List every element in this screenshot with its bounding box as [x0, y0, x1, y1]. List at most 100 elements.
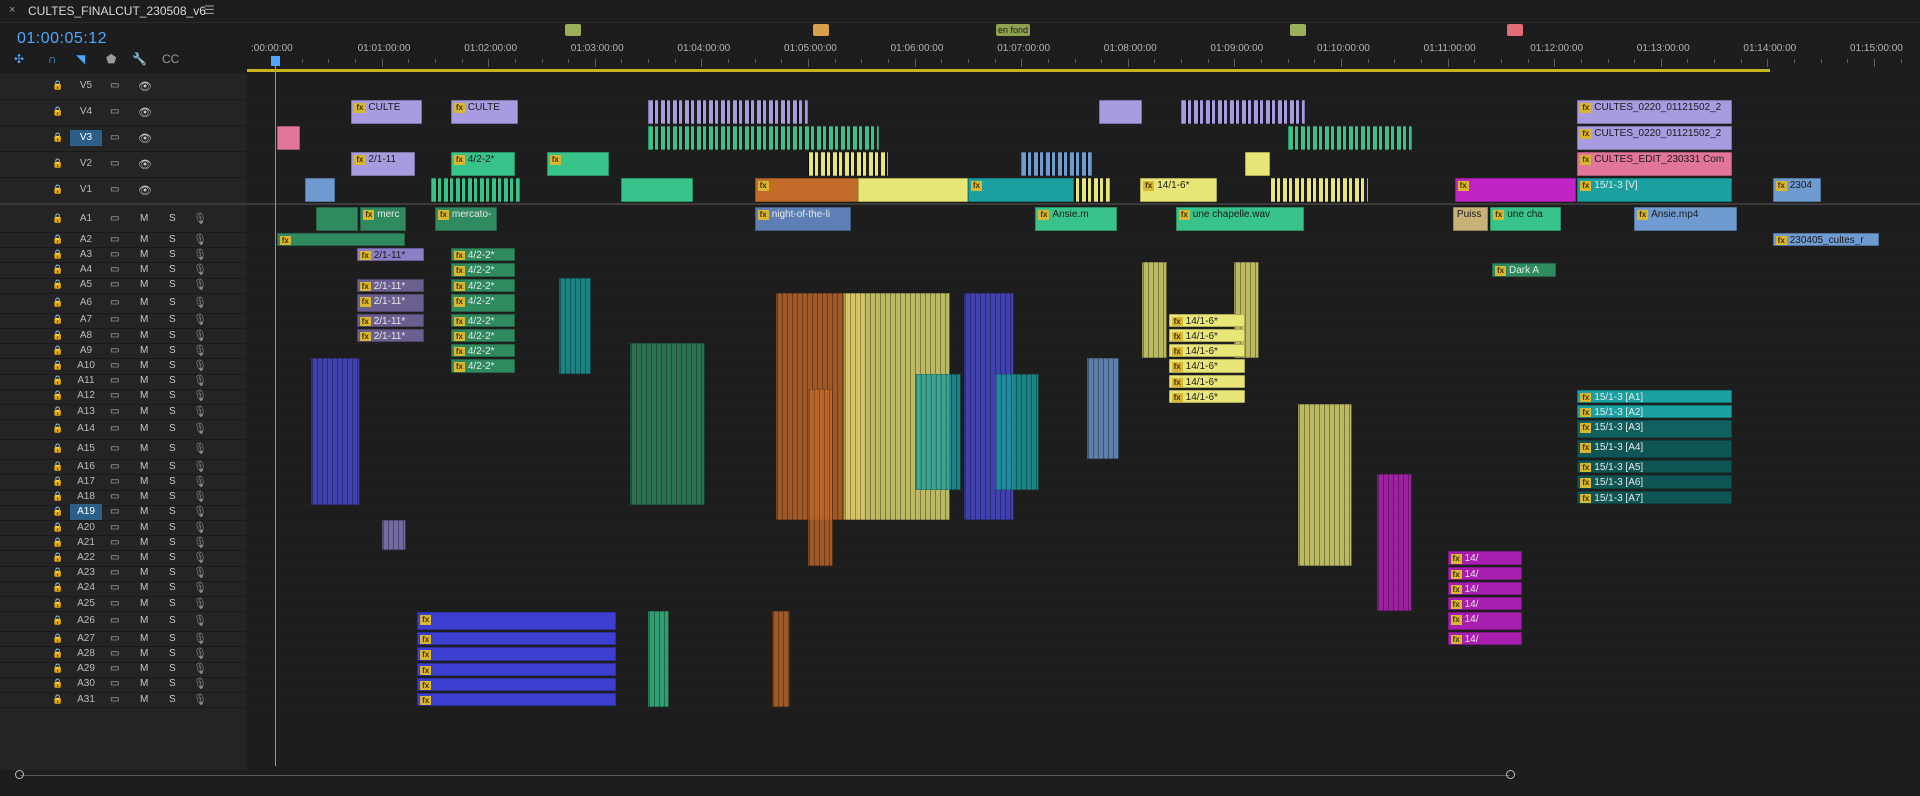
toggle-sync-lock-icon[interactable]: ▭ — [110, 423, 119, 434]
panel-menu-icon[interactable]: ☰ — [204, 3, 215, 17]
mute-button[interactable]: M — [140, 213, 148, 224]
voiceover-mic-icon[interactable]: 🎙 — [193, 632, 207, 645]
sequence-marker[interactable] — [813, 24, 829, 36]
lock-icon[interactable]: 🔒 — [52, 598, 63, 609]
fx-badge-icon[interactable]: fx — [1580, 392, 1592, 402]
voiceover-mic-icon[interactable]: 🎙 — [193, 359, 207, 372]
clip[interactable]: fx — [417, 612, 617, 631]
track-header-a3[interactable]: 🔒 A3 ▭ M S 🎙 — [0, 247, 247, 264]
linked-selection-icon[interactable]: ∩ — [48, 52, 57, 66]
mute-button[interactable]: M — [140, 279, 148, 290]
track-header-a17[interactable]: 🔒 A17 ▭ M S 🎙 — [0, 474, 247, 491]
fx-badge-icon[interactable]: fx — [1493, 210, 1505, 220]
track-header-a11[interactable]: 🔒 A11 ▭ M S 🎙 — [0, 374, 247, 390]
track-name[interactable]: A6 — [70, 295, 102, 311]
clip[interactable]: fx 15/1-3 [A5] — [1577, 460, 1732, 474]
clip[interactable]: fx — [276, 233, 405, 247]
toggle-sync-lock-icon[interactable]: ▭ — [110, 314, 119, 325]
clip[interactable]: fx CULTE — [450, 100, 519, 124]
lock-icon[interactable]: 🔒 — [52, 213, 63, 224]
clip[interactable]: fx 2/1-11* — [356, 329, 425, 343]
fx-badge-icon[interactable]: fx — [453, 281, 465, 291]
track-header-a27[interactable]: 🔒 A27 ▭ M S 🎙 — [0, 631, 247, 648]
mute-button[interactable]: M — [140, 663, 148, 674]
mute-button[interactable]: M — [140, 567, 148, 578]
lock-icon[interactable]: 🔒 — [52, 423, 63, 434]
toggle-sync-lock-icon[interactable]: ▭ — [110, 106, 119, 117]
fx-badge-icon[interactable]: fx — [1580, 408, 1592, 418]
toggle-output-eye-icon[interactable]: 👁 — [138, 184, 152, 197]
track-name[interactable]: A24 — [70, 580, 102, 596]
clip[interactable]: fx 14/1-6* — [1168, 359, 1246, 373]
mute-button[interactable]: M — [140, 345, 148, 356]
voiceover-mic-icon[interactable]: 🎙 — [193, 490, 207, 503]
track-header-a1[interactable]: 🔒 A1 ▭ M S 🎙 — [0, 206, 247, 233]
clip[interactable]: fx Ansie.m — [1035, 207, 1118, 231]
track-name[interactable]: A21 — [70, 535, 102, 551]
fx-badge-icon[interactable]: fx — [1580, 478, 1592, 488]
mute-button[interactable]: M — [140, 264, 148, 275]
voiceover-mic-icon[interactable]: 🎙 — [193, 662, 207, 675]
toggle-sync-lock-icon[interactable]: ▭ — [110, 264, 119, 275]
fx-badge-icon[interactable]: fx — [1580, 181, 1592, 191]
lock-icon[interactable]: 🔒 — [52, 314, 63, 325]
fx-badge-icon[interactable]: fx — [1450, 569, 1462, 579]
solo-button[interactable]: S — [169, 461, 176, 472]
toggle-sync-lock-icon[interactable]: ▭ — [110, 80, 119, 91]
fx-badge-icon[interactable]: fx — [453, 316, 465, 326]
solo-button[interactable]: S — [169, 582, 176, 593]
fx-badge-icon[interactable]: fx — [359, 332, 371, 342]
track-name[interactable]: V2 — [70, 156, 102, 172]
clip[interactable]: fx CULTES_EDIT_230331 Com — [1577, 152, 1732, 176]
lock-icon[interactable]: 🔒 — [52, 476, 63, 487]
fx-badge-icon[interactable]: fx — [420, 696, 432, 706]
voiceover-mic-icon[interactable]: 🎙 — [193, 405, 207, 418]
sequence-marker[interactable] — [565, 24, 581, 36]
toggle-sync-lock-icon[interactable]: ▭ — [110, 598, 119, 609]
timeline-scrollbar[interactable] — [0, 770, 1920, 796]
track-header-a6[interactable]: 🔒 A6 ▭ M S 🎙 — [0, 293, 247, 314]
sequence-marker[interactable] — [1290, 24, 1306, 36]
voiceover-mic-icon[interactable]: 🎙 — [193, 422, 207, 435]
lock-icon[interactable]: 🔒 — [52, 552, 63, 563]
mute-button[interactable]: M — [140, 491, 148, 502]
fx-badge-icon[interactable]: fx — [453, 251, 465, 261]
clip[interactable]: fx 2/1-11 — [351, 152, 416, 176]
fx-badge-icon[interactable]: fx — [359, 316, 371, 326]
lock-icon[interactable]: 🔒 — [52, 694, 63, 705]
lock-icon[interactable]: 🔒 — [52, 234, 63, 245]
track-name[interactable]: V3 — [70, 130, 102, 146]
track-name[interactable]: A7 — [70, 312, 102, 328]
clip[interactable]: fx 230405_cultes_r — [1772, 233, 1880, 247]
solo-button[interactable]: S — [169, 663, 176, 674]
fx-badge-icon[interactable]: fx — [1457, 181, 1469, 191]
clip[interactable] — [621, 178, 693, 202]
clip[interactable]: fx CULTES_0220_01121502_2 — [1577, 126, 1732, 150]
track-header-a25[interactable]: 🔒 A25 ▭ M S 🎙 — [0, 596, 247, 613]
clip[interactable]: fx 4/2-2* — [450, 152, 515, 176]
marker-icon[interactable]: ⬟ — [106, 52, 116, 66]
toggle-sync-lock-icon[interactable]: ▭ — [110, 279, 119, 290]
toggle-sync-lock-icon[interactable]: ▭ — [110, 132, 119, 143]
track-name[interactable]: A29 — [70, 661, 102, 677]
stacked-audio-clips[interactable] — [994, 373, 1039, 490]
clip[interactable] — [857, 178, 968, 202]
solo-button[interactable]: S — [169, 694, 176, 705]
mute-button[interactable]: M — [140, 537, 148, 548]
clip[interactable]: fx 4/2-2* — [450, 278, 515, 292]
stacked-audio-clips[interactable] — [630, 343, 705, 505]
track-name[interactable]: V5 — [70, 78, 102, 94]
clip[interactable]: fx 15/1-3 [A3] — [1577, 420, 1732, 439]
mute-button[interactable]: M — [140, 390, 148, 401]
track-header-v2[interactable]: 🔒 V2 ▭ 👁 — [0, 151, 247, 178]
track-name[interactable]: A5 — [70, 277, 102, 293]
fx-badge-icon[interactable]: fx — [1580, 423, 1592, 434]
track-name[interactable]: A30 — [70, 676, 102, 692]
voiceover-mic-icon[interactable]: 🎙 — [193, 344, 207, 357]
track-name[interactable]: A19 — [70, 504, 102, 521]
lock-icon[interactable]: 🔒 — [52, 375, 63, 386]
clip[interactable]: fx mercato- — [434, 207, 498, 231]
voiceover-mic-icon[interactable]: 🎙 — [193, 296, 207, 309]
fx-badge-icon[interactable]: fx — [1580, 103, 1592, 113]
fx-badge-icon[interactable]: fx — [354, 103, 366, 113]
